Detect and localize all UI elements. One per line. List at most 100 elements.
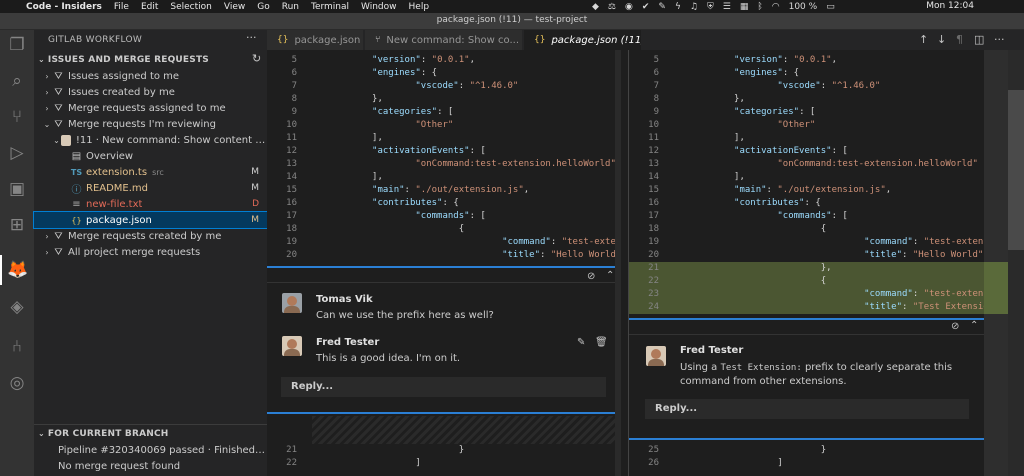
scale-icon[interactable]: ⚖ (608, 2, 616, 12)
tree-no-mr[interactable]: No merge request found (34, 458, 267, 474)
tree-overview[interactable]: ▤ Overview (34, 148, 267, 164)
trash-icon[interactable]: 🗑 (595, 337, 608, 348)
clock[interactable]: Mon 12:04 (926, 1, 974, 11)
code-line[interactable]: "Other" (669, 119, 815, 132)
code-line[interactable]: } (307, 444, 464, 457)
battery-icon[interactable]: ▭ (826, 2, 835, 12)
bolt-icon[interactable]: ϟ (675, 2, 681, 12)
tree-file-extension-ts[interactable]: TS extension.ts src M (34, 164, 267, 180)
battery-text[interactable]: 100 % (789, 2, 818, 12)
code-line[interactable]: } (669, 444, 826, 457)
list-icon[interactable]: ☰ (723, 2, 731, 12)
more-actions-icon[interactable]: ··· (246, 31, 257, 44)
code-line[interactable]: "categories": [ (307, 106, 453, 119)
shield-icon[interactable]: ⛨ (707, 2, 714, 12)
extensions-icon[interactable]: ⊞ (0, 210, 34, 240)
code-line[interactable]: "title": "Hello World" (307, 249, 621, 262)
code-line[interactable]: "commands": [ (669, 210, 847, 223)
menu-app-name[interactable]: Code - Insiders (26, 2, 102, 12)
code-line[interactable]: "Other" (307, 119, 453, 132)
camera-icon[interactable]: ◉ (625, 2, 633, 12)
tree-all-mrs[interactable]: › ⛛ All project merge requests (34, 244, 267, 260)
code-line[interactable]: { (669, 223, 826, 236)
gitlab-icon[interactable]: 🦊 (0, 255, 34, 285)
code-area-left[interactable]: 5 "version": "0.0.1", 6 "engines": {7 "vs… (267, 54, 621, 264)
code-line[interactable]: ], (669, 171, 745, 184)
docker-icon[interactable]: ◈ (0, 292, 34, 322)
tab-package-json-mr[interactable]: {}package.json (!11)✕ (524, 30, 642, 50)
code-area-left-bottom[interactable]: 21 } 22 ] (267, 444, 621, 476)
mic-icon[interactable]: ♫ (690, 2, 698, 12)
menu-help[interactable]: Help (409, 2, 430, 12)
arrow-up-icon[interactable]: ↑ (919, 33, 928, 46)
menu-terminal[interactable]: Terminal (311, 2, 349, 12)
resolve-check-icon[interactable]: ⊘ (587, 271, 595, 282)
pull-request-icon[interactable]: ⑃ (0, 332, 34, 362)
code-line[interactable]: "engines": { (669, 67, 799, 80)
tree-mrs-assigned[interactable]: › ⛛ Merge requests assigned to me (34, 100, 267, 116)
tree-file-package-json[interactable]: {} package.json M (33, 211, 268, 229)
tree-mrs-created[interactable]: › ⛛ Merge requests created by me (34, 228, 267, 244)
code-line[interactable]: ], (307, 171, 383, 184)
code-area-right-bottom[interactable]: 25 } 26 ] (629, 444, 989, 476)
dropbox-icon[interactable]: ◆ (592, 2, 599, 12)
code-area-right[interactable]: 5 "version": "0.0.1", 6 "engines": {7 "vs… (629, 54, 1016, 316)
arrow-down-icon[interactable]: ↓ (937, 33, 946, 46)
menu-file[interactable]: File (114, 2, 129, 12)
source-control-icon[interactable]: ⑂ (0, 102, 34, 132)
code-line[interactable]: "onCommand:test-extension.helloWorld" (307, 158, 615, 171)
reply-input[interactable]: Reply... (645, 399, 969, 419)
code-line[interactable]: ] (669, 457, 782, 470)
scrollbar[interactable] (615, 50, 621, 476)
code-line[interactable]: "command": "test-extension.h (669, 236, 1016, 249)
collapse-chevron-icon[interactable]: ⌃ (970, 320, 978, 331)
code-line[interactable]: { (307, 223, 464, 236)
code-line[interactable]: }, (669, 262, 832, 275)
code-line[interactable]: "vscode": "^1.46.0" (669, 80, 880, 93)
reply-input[interactable]: Reply... (281, 377, 606, 397)
remote-explorer-icon[interactable]: ▣ (0, 174, 34, 204)
code-line[interactable]: "activationEvents": [ (669, 145, 848, 158)
editor-right-pane[interactable]: 5 "version": "0.0.1", 6 "engines": {7 "vs… (628, 50, 1024, 476)
tree-mrs-reviewing[interactable]: ⌄ ⛛ Merge requests I'm reviewing (34, 116, 267, 132)
code-line[interactable]: ], (669, 132, 745, 145)
edit-pencil-icon[interactable]: ✎ (577, 337, 585, 348)
section-issues-mrs[interactable]: ⌄ ISSUES AND MERGE REQUESTS (38, 55, 209, 65)
code-line[interactable]: "title": "Hello World" (669, 249, 983, 262)
search-icon[interactable]: ⌕ (0, 66, 34, 96)
code-line[interactable]: { (669, 275, 826, 288)
pen-icon[interactable]: ✎ (658, 2, 666, 12)
menu-window[interactable]: Window (361, 2, 397, 12)
tree-file-new-file[interactable]: ≡ new-file.txt D (34, 196, 267, 212)
tree-issues-created[interactable]: › ⛛ Issues created by me (34, 84, 267, 100)
menu-view[interactable]: View (224, 2, 245, 12)
code-line[interactable]: }, (669, 93, 745, 106)
code-line[interactable]: "version": "0.0.1", (669, 54, 837, 67)
wifi-icon[interactable]: ◠ (772, 2, 780, 12)
menu-edit[interactable]: Edit (141, 2, 158, 12)
code-line[interactable]: ], (307, 132, 383, 145)
github-icon[interactable]: ◎ (0, 368, 34, 398)
explorer-icon[interactable]: ❐ (0, 30, 34, 60)
bluetooth-icon[interactable]: ᛒ (757, 2, 762, 12)
pilcrow-icon[interactable]: ¶ (956, 33, 963, 46)
code-line[interactable]: "commands": [ (307, 210, 485, 223)
editor-left-pane[interactable]: 5 "version": "0.0.1", 6 "engines": {7 "vs… (267, 50, 621, 476)
more-actions-icon[interactable]: ··· (994, 33, 1005, 46)
scrollbar-thumb[interactable] (1008, 90, 1024, 250)
code-line[interactable]: "vscode": "^1.46.0" (307, 80, 518, 93)
split-editor-icon[interactable]: ◫ (974, 33, 984, 46)
code-line[interactable]: "onCommand:test-extension.helloWorld" (669, 158, 977, 171)
code-line[interactable]: "version": "0.0.1", (307, 54, 475, 67)
run-debug-icon[interactable]: ▷ (0, 138, 34, 168)
menu-go[interactable]: Go (257, 2, 269, 12)
code-line[interactable]: "contributes": { (669, 197, 821, 210)
section-current-branch[interactable]: ⌄ FOR CURRENT BRANCH (38, 429, 169, 439)
code-line[interactable]: "command": "test-extensio (669, 288, 999, 301)
code-line[interactable]: "activationEvents": [ (307, 145, 486, 158)
code-line[interactable]: }, (307, 93, 383, 106)
tree-pipeline[interactable]: Pipeline #320340069 passed · Finished an… (34, 442, 267, 458)
code-line[interactable]: "command": "test-extension. (307, 236, 621, 249)
code-line[interactable]: "main": "./out/extension.js", (307, 184, 529, 197)
grid-icon[interactable]: ▦ (740, 2, 749, 12)
